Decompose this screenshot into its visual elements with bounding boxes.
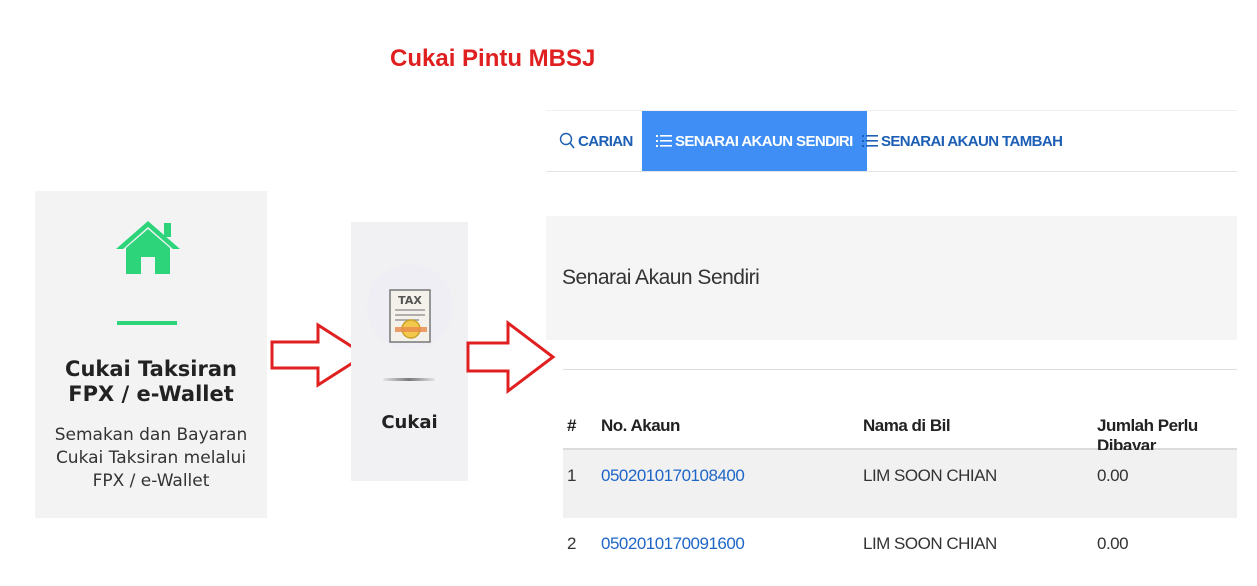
svg-text:TAX: TAX [398, 294, 422, 307]
assessment-tax-card[interactable]: Cukai Taksiran FPX / e-Wallet Semakan da… [35, 191, 267, 518]
tax-document-icon: TAX [389, 289, 431, 343]
bill-name: LIM SOON CHIAN [863, 466, 997, 485]
panel-header: Senarai Akaun Sendiri [546, 216, 1237, 340]
column-header-bill-name: Nama di Bil [863, 416, 951, 435]
accent-divider [117, 321, 177, 325]
home-icon [116, 221, 180, 274]
tab-senarai-akaun-tambah[interactable]: SENARAI AKAUN TAMBAH [862, 111, 1063, 171]
search-icon [559, 132, 575, 150]
account-tabs: CARIAN SENARAI AKAUN SENDIRI SENARAI AKA… [546, 110, 1237, 172]
divider [383, 378, 435, 381]
list-icon [862, 134, 878, 148]
table-row[interactable]: 2 0502010170091600 LIM SOON CHIAN 0.00 [563, 518, 1237, 586]
tax-card[interactable]: TAX Cukai [351, 222, 468, 481]
column-header-number: # [567, 416, 576, 435]
amount-due: 0.00 [1097, 466, 1129, 485]
page-title: Cukai Pintu MBSJ [390, 45, 596, 72]
card-description: Semakan dan Bayaran Cukai Taksiran melal… [54, 425, 248, 491]
divider [563, 369, 1237, 370]
bill-name: LIM SOON CHIAN [863, 534, 997, 553]
card-label: Cukai [381, 412, 438, 433]
row-number: 2 [567, 534, 576, 553]
panel-title: Senarai Akaun Sendiri [562, 266, 760, 289]
card-title: Cukai Taksiran FPX / e-Wallet [65, 357, 237, 406]
arrow-right-icon [466, 320, 556, 394]
amount-due: 0.00 [1097, 534, 1129, 553]
accounts-table: # No. Akaun Nama di Bil Jumlah Perlu Dib… [563, 404, 1237, 586]
row-number: 1 [567, 466, 576, 485]
column-header-account-no: No. Akaun [601, 416, 680, 435]
account-number-link[interactable]: 0502010170091600 [601, 534, 745, 554]
account-number-link[interactable]: 0502010170108400 [601, 466, 745, 486]
tab-senarai-akaun-sendiri[interactable]: SENARAI AKAUN SENDIRI [642, 111, 867, 171]
list-icon [656, 134, 672, 148]
tab-carian[interactable]: CARIAN [559, 111, 633, 171]
table-row[interactable]: 1 0502010170108400 LIM SOON CHIAN 0.00 [563, 450, 1237, 518]
table-header-row: # No. Akaun Nama di Bil Jumlah Perlu Dib… [563, 404, 1237, 455]
